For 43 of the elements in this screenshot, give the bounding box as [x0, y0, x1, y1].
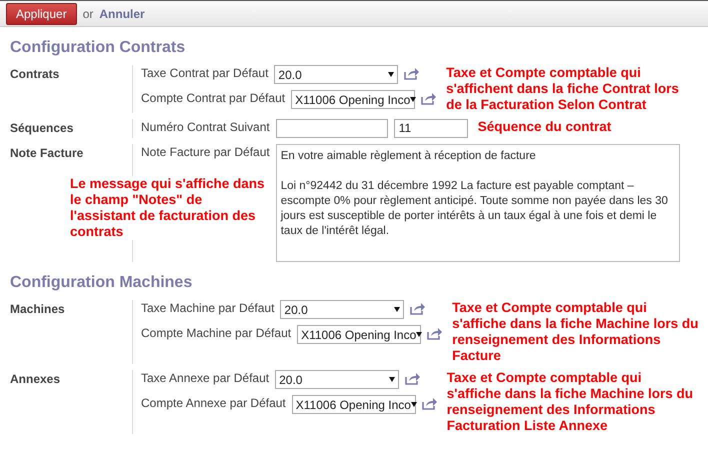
- field-label: Compte Annexe par Défaut: [141, 395, 286, 410]
- caret-icon: [410, 402, 417, 407]
- field-label: Compte Machine par Défaut: [141, 325, 292, 340]
- caret-icon: [394, 307, 400, 312]
- field-label: Taxe Machine par Défaut: [141, 300, 274, 315]
- select-field[interactable]: 20.0: [280, 300, 404, 319]
- external-link-icon[interactable]: [404, 67, 420, 80]
- input-field[interactable]: 11: [394, 119, 468, 138]
- external-link-icon[interactable]: [405, 372, 420, 385]
- select-field[interactable]: 20.0: [274, 65, 398, 84]
- group-label: Contrats: [10, 67, 60, 81]
- select-field[interactable]: X11006 Opening Inco: [292, 395, 416, 414]
- annotation-text: Taxe et Compte comptable qui s'affichent dans la fiche Contrat lors de la Facturation Selon Contrat: [446, 65, 680, 113]
- select-field[interactable]: X11006 Opening Inco: [291, 90, 416, 109]
- external-link-icon[interactable]: [410, 302, 426, 315]
- or-text: or: [82, 6, 94, 20]
- external-link-icon[interactable]: [422, 397, 437, 410]
- section-title: Configuration Machines: [10, 274, 194, 292]
- annotation-text: Taxe et Compte comptable qui s'affiche dans la fiche Machine lors du renseignement des Informations Facture: [452, 300, 700, 364]
- caret-icon: [389, 377, 396, 382]
- external-link-icon[interactable]: [427, 327, 442, 340]
- annotation-text: Séquence du contrat: [478, 119, 612, 136]
- cancel-link[interactable]: Annuler: [99, 6, 145, 20]
- select-field[interactable]: 20.0: [275, 370, 400, 389]
- field-label: Numéro Contrat Suivant: [141, 119, 270, 134]
- field-label: Taxe Contrat par Défaut: [141, 65, 268, 80]
- annotation-text: Taxe et Compte comptable qui s'affiche dans la fiche Machine lors du renseignement des Informations Facturation Liste Annexe: [446, 370, 694, 434]
- field-label: Compte Contrat par Défaut: [141, 90, 286, 105]
- external-link-icon[interactable]: [421, 92, 436, 105]
- field-label: Taxe Annexe par Défaut: [141, 370, 270, 385]
- caret-icon: [416, 332, 422, 337]
- apply-button[interactable]: Appliquer: [6, 2, 77, 24]
- caret-icon: [410, 97, 416, 102]
- group-label: Annexes: [10, 372, 60, 386]
- section-title: Configuration Contrats: [10, 39, 186, 57]
- input-field[interactable]: [276, 119, 388, 138]
- select-field[interactable]: X11006 Opening Inco: [297, 325, 422, 344]
- group-label: Note Facture: [10, 146, 84, 160]
- caret-icon: [388, 72, 394, 77]
- note-textarea[interactable]: En votre aimable règlement à réception de facture Loi n°92442 du 31 décembre 1992 La facture est payable comptant – escompte 0% pour règlement anticipé. Toute somme non payée dans les 30 jours est susceptible de porter intérêts à un taux égal à une fois et demi le taux de l'intérêt légal.: [276, 144, 680, 262]
- group-label: Machines: [10, 302, 65, 316]
- group-label: Séquences: [10, 121, 74, 135]
- field-label: Note Facture par Défaut: [141, 144, 270, 159]
